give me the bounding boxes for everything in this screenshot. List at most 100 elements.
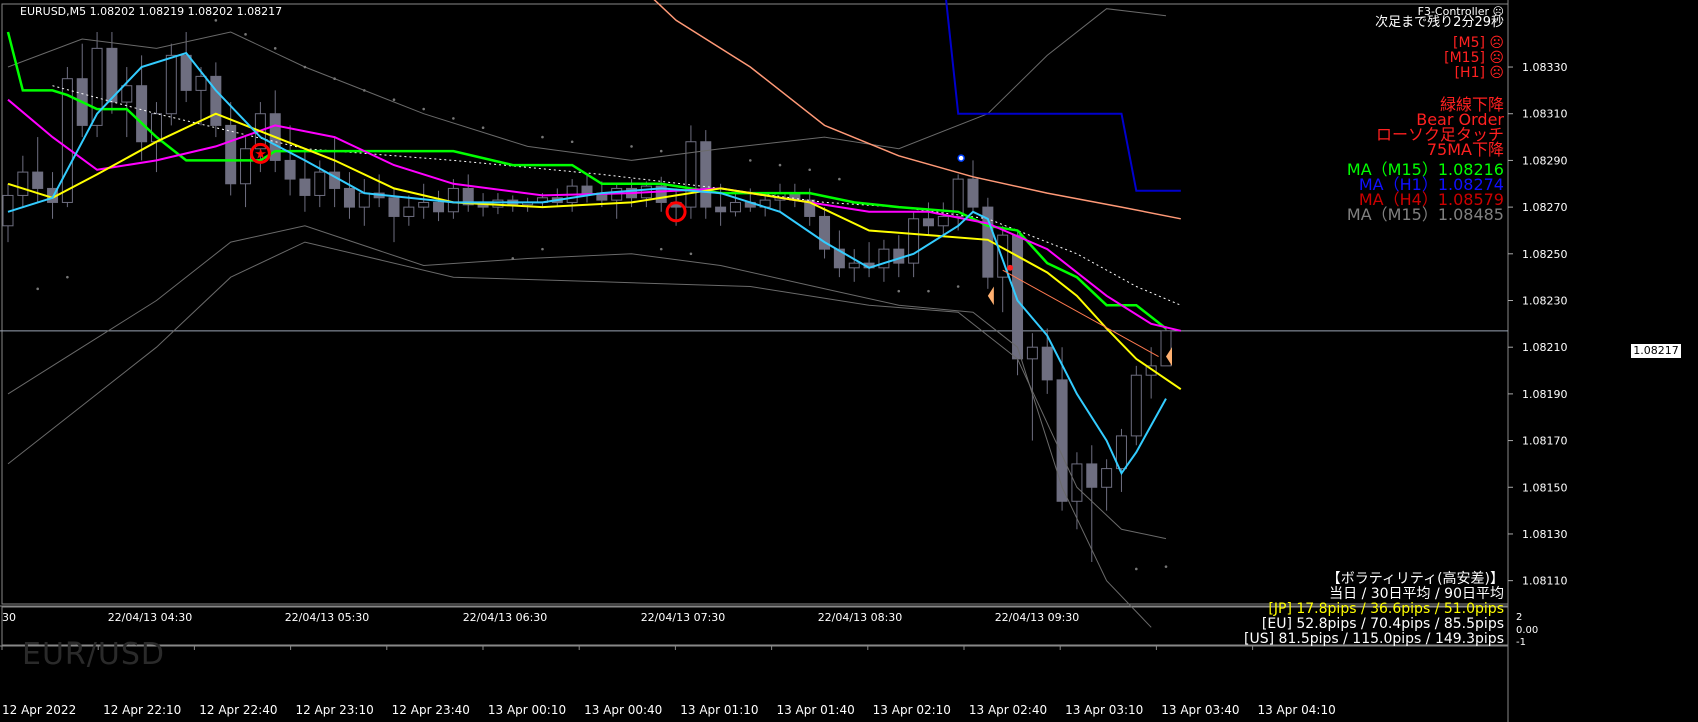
price-tick-label: 1.08150 bbox=[1522, 481, 1568, 494]
sar-dot bbox=[541, 247, 544, 251]
signal-panel: [M5] ☹ [M15] ☹ [H1] ☹ bbox=[1444, 36, 1504, 81]
candle-body bbox=[17, 171, 29, 196]
lower-time-label: 12 Apr 2022 bbox=[2, 703, 76, 717]
ma-m15-alt: MA（M15）1.08485 bbox=[1346, 205, 1504, 224]
candle-body bbox=[284, 159, 296, 180]
volatility-eu: [EU] 52.8pips / 70.4pips / 85.5pips bbox=[1261, 616, 1504, 632]
price-tick-label: 1.08170 bbox=[1522, 435, 1568, 448]
sar-dot bbox=[927, 289, 930, 293]
upper-time-label: 22/04/13 05:30 bbox=[285, 611, 370, 624]
candle-body bbox=[32, 171, 44, 189]
candle-body bbox=[715, 206, 727, 213]
lower-time-label: 13 Apr 03:10 bbox=[1065, 703, 1143, 717]
candle-body bbox=[121, 85, 133, 103]
current-price-tag: 1.08217 bbox=[1630, 343, 1682, 359]
candle-body bbox=[358, 192, 370, 208]
sar-dot bbox=[392, 98, 396, 102]
price-tick-label: 1.08110 bbox=[1522, 575, 1568, 588]
upper-time-label: 22/04/13 08:30 bbox=[818, 611, 903, 624]
sar-dot bbox=[808, 168, 811, 172]
volatility-jp: [JP] 17.8pips / 36.6pips / 51.0pips bbox=[1268, 601, 1504, 617]
signal-star-marker: ★ bbox=[254, 146, 267, 162]
sar-dot bbox=[363, 89, 366, 92]
candle-body bbox=[195, 75, 207, 91]
price-tick-label: 1.08230 bbox=[1522, 294, 1568, 307]
candle-body bbox=[418, 201, 430, 208]
candles-group bbox=[2, 32, 1172, 562]
alert-75ma: 75MA下降 bbox=[1426, 140, 1504, 159]
entry-dot bbox=[1007, 264, 1014, 271]
volatility-us: [US] 81.5pips / 115.0pips / 149.3pips bbox=[1244, 631, 1504, 647]
signal-m15: [M15] ☹ bbox=[1444, 50, 1504, 66]
lower-time-label: 13 Apr 02:40 bbox=[969, 703, 1047, 717]
sar-dot bbox=[481, 126, 485, 130]
price-tick-label: 1.08310 bbox=[1522, 108, 1568, 121]
lower-time-label: 13 Apr 02:10 bbox=[873, 703, 951, 717]
sar-dot bbox=[630, 145, 633, 148]
candle-body bbox=[180, 54, 192, 91]
lower-time-label: 12 Apr 23:10 bbox=[295, 703, 373, 717]
order-dot bbox=[957, 154, 965, 162]
candle-body bbox=[1101, 468, 1113, 488]
ma-panel: MA（M15）1.08216 MA（H1）1.08274 MA（H4）1.085… bbox=[1346, 162, 1504, 224]
candle-body bbox=[893, 248, 905, 264]
lower-time-label: 13 Apr 01:40 bbox=[776, 703, 854, 717]
candle-body bbox=[1056, 379, 1068, 502]
lower-time-label: 13 Apr 04:10 bbox=[1257, 703, 1335, 717]
candle-body bbox=[240, 148, 252, 185]
sar-dot bbox=[422, 107, 425, 111]
lower-time-label: 13 Apr 00:10 bbox=[488, 703, 566, 717]
sar-dot bbox=[303, 65, 307, 69]
candle-body bbox=[1026, 346, 1038, 360]
signal-m5: [M5] ☹ bbox=[1453, 35, 1504, 51]
candle-body bbox=[1041, 346, 1053, 381]
upper-time-label: 22/04/13 09:30 bbox=[995, 611, 1080, 624]
price-tick-label: 1.08330 bbox=[1522, 61, 1568, 74]
price-tick-label: 1.08210 bbox=[1522, 341, 1568, 354]
candle-body bbox=[1071, 463, 1083, 502]
lower-time-label: 12 Apr 22:10 bbox=[103, 703, 181, 717]
sar-dot bbox=[66, 275, 69, 279]
sar-dot bbox=[659, 247, 663, 251]
candle-body bbox=[388, 197, 400, 217]
bollinger-lower bbox=[7, 225, 1152, 628]
candle-body bbox=[433, 201, 445, 213]
sar-dot bbox=[689, 252, 693, 256]
price-tick-label: 1.08250 bbox=[1522, 248, 1568, 261]
upper-time-label: 30 bbox=[2, 611, 16, 624]
upper-time-label: 22/04/13 04:30 bbox=[108, 611, 193, 624]
sar-dot bbox=[452, 117, 455, 120]
candle-body bbox=[136, 85, 148, 143]
ma-blue-line bbox=[945, 0, 1181, 192]
candle-body bbox=[210, 75, 222, 126]
signal-h1: [H1] ☹ bbox=[1454, 65, 1504, 81]
sar-dot bbox=[273, 47, 277, 50]
volatility-panel: 【ボラティリティ(高安差)】 当日 / 30日平均 / 90日平均 [JP] 1… bbox=[1244, 572, 1504, 647]
sar-dot bbox=[659, 149, 663, 153]
price-tick-label: 1.08130 bbox=[1522, 528, 1568, 541]
candle-body bbox=[908, 218, 920, 264]
sar-dot bbox=[1135, 567, 1138, 571]
candle-body bbox=[937, 215, 949, 227]
candle-body bbox=[225, 124, 237, 185]
candle-body bbox=[685, 141, 697, 208]
candle-body bbox=[299, 178, 311, 196]
candle-body bbox=[403, 206, 415, 217]
sar-dot bbox=[778, 163, 782, 167]
sar-dot bbox=[244, 33, 247, 36]
main-plot-frame bbox=[1, 3, 1509, 605]
volatility-subtitle: 当日 / 30日平均 / 90日平均 bbox=[1329, 586, 1504, 602]
ma-magenta-line bbox=[7, 98, 1182, 332]
candle-body bbox=[848, 262, 860, 269]
upper-time-label: 22/04/13 06:30 bbox=[463, 611, 548, 624]
sar-dot bbox=[214, 19, 218, 22]
lower-time-label: 12 Apr 23:40 bbox=[392, 703, 470, 717]
symbol-watermark: EUR/USD bbox=[22, 637, 165, 672]
candle-body bbox=[1086, 463, 1098, 488]
sar-dot bbox=[36, 287, 39, 291]
lower-time-label: 12 Apr 22:40 bbox=[199, 703, 277, 717]
sar-dot bbox=[333, 77, 336, 81]
candle-body bbox=[922, 218, 934, 227]
price-tick-label: 1.08290 bbox=[1522, 154, 1568, 167]
bar-countdown: 次足まで残り2分29秒 bbox=[1375, 15, 1504, 30]
